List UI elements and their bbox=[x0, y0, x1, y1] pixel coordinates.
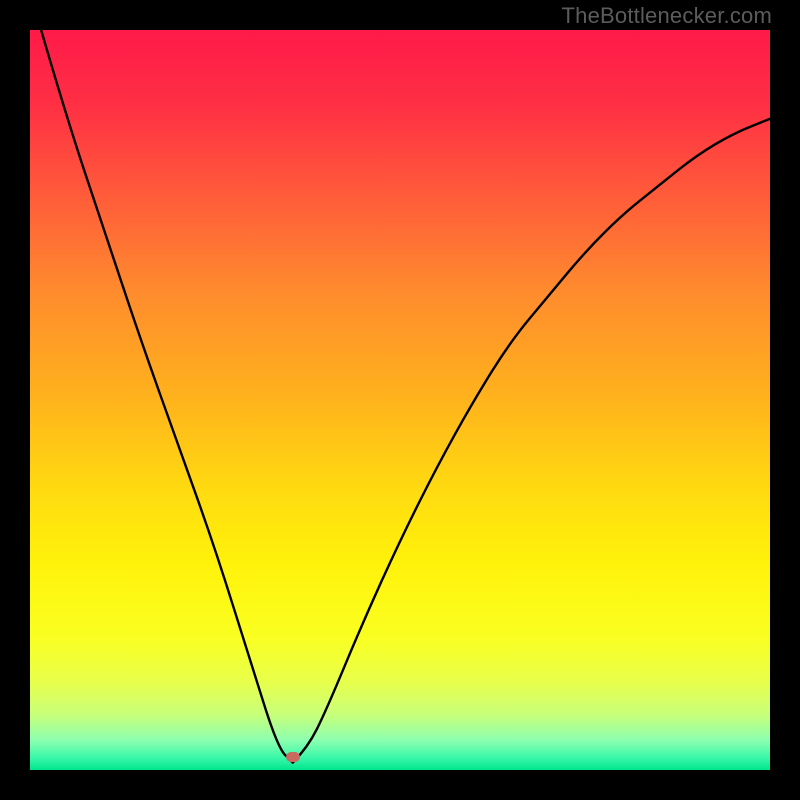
bottleneck-curve bbox=[30, 30, 770, 770]
minimum-marker bbox=[286, 752, 300, 762]
plot-area bbox=[30, 30, 770, 770]
chart-frame: TheBottlenecker.com bbox=[0, 0, 800, 800]
watermark-text: TheBottlenecker.com bbox=[562, 3, 772, 29]
